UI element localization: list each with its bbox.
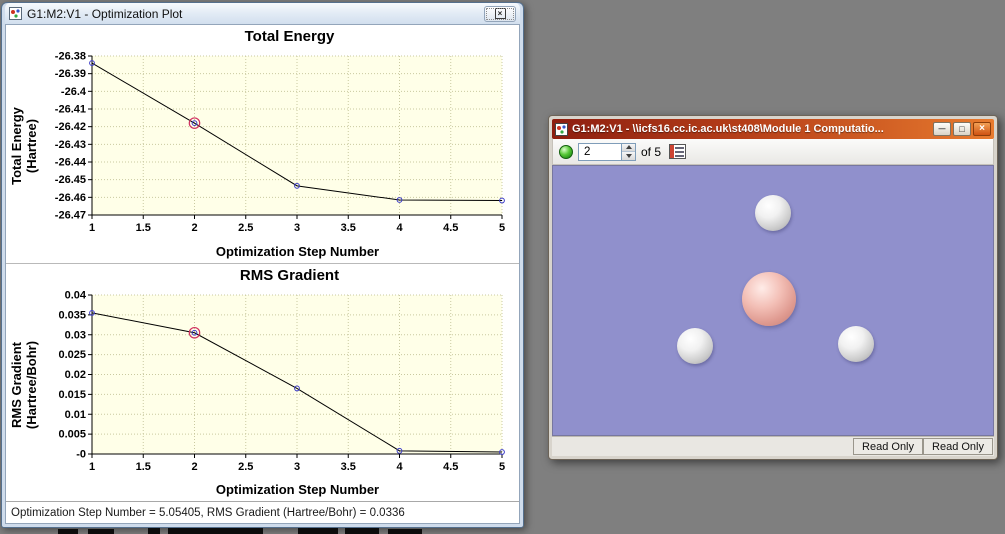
- total-energy-plot[interactable]: -26.38 -26.39 -26.4 -26.41 -26.42 -26.43 -26.4…: [42, 49, 514, 239]
- svg-text:1: 1: [89, 222, 95, 234]
- svg-text:-26.45: -26.45: [55, 174, 86, 186]
- cursor-readout-text: Optimization Step Number = 5.05405, RMS …: [11, 507, 405, 519]
- svg-text:-26.44: -26.44: [55, 157, 87, 169]
- svg-text:2: 2: [191, 222, 197, 234]
- cropped-text-artifact: [58, 529, 78, 534]
- atom-sphere-left[interactable]: [677, 328, 713, 364]
- plot-window-titlebar[interactable]: G1:M2:V1 - Optimization Plot ×: [5, 3, 520, 24]
- svg-text:4.5: 4.5: [443, 461, 458, 473]
- molecule-status-bar: Read Only Read Only: [552, 436, 994, 456]
- cropped-text-artifact: [345, 528, 379, 534]
- arrow-up-icon: [626, 145, 632, 149]
- plot-window-body: Total Energy Total Energy (Hartree) -26.…: [5, 24, 520, 524]
- status-ball-icon[interactable]: [559, 145, 573, 159]
- svg-text:3.5: 3.5: [341, 222, 356, 234]
- chart-title: Total Energy: [8, 28, 515, 49]
- svg-text:4.5: 4.5: [443, 222, 458, 234]
- cropped-text-artifact: [168, 528, 263, 534]
- cropped-text-artifact: [148, 528, 160, 534]
- svg-text:3.5: 3.5: [341, 461, 356, 473]
- molecule-window-titlebar[interactable]: G1:M2:V1 - \\icfs16.cc.ic.ac.uk\st408\Mo…: [552, 119, 994, 139]
- svg-text:5: 5: [499, 461, 505, 473]
- svg-text:-26.4: -26.4: [61, 86, 87, 98]
- cropped-text-artifact: [388, 529, 422, 534]
- svg-text:-26.46: -26.46: [55, 192, 86, 204]
- minimize-button[interactable]: —: [933, 122, 951, 136]
- x-axis-label: Optimization Step Number: [8, 244, 515, 263]
- svg-text:1.5: 1.5: [136, 222, 151, 234]
- rms-gradient-plot[interactable]: 0.04 0.035 0.03 0.025 0.02 0.015 0.01 0.005 -01 1…: [42, 288, 514, 478]
- frame-count-label: of 5: [641, 145, 661, 159]
- svg-text:0.01: 0.01: [65, 408, 86, 420]
- total-energy-chart-panel: Total Energy Total Energy (Hartree) -26.…: [6, 25, 519, 263]
- window-controls: — □ ×: [933, 122, 991, 136]
- cropped-text-artifact: [88, 529, 114, 534]
- svg-text:1: 1: [89, 461, 95, 473]
- svg-text:-26.41: -26.41: [55, 104, 86, 116]
- app-icon: [555, 123, 568, 136]
- read-only-badge: Read Only: [853, 438, 923, 455]
- y-axis-label-area: Total Energy (Hartree): [8, 49, 42, 244]
- svg-text:4: 4: [396, 461, 403, 473]
- spinner-arrows: [621, 144, 635, 160]
- y-axis-label: Total Energy (Hartree): [10, 107, 40, 185]
- atom-sphere-top[interactable]: [755, 195, 791, 231]
- svg-text:-0: -0: [76, 448, 86, 460]
- optimization-plot-window: G1:M2:V1 - Optimization Plot × Total Ene…: [1, 2, 524, 528]
- desktop: G1:M2:V1 - Optimization Plot × Total Ene…: [0, 0, 1005, 534]
- close-icon: ×: [979, 124, 985, 134]
- svg-text:5: 5: [499, 222, 505, 234]
- maximize-button[interactable]: □: [953, 122, 971, 136]
- plot-window-title: G1:M2:V1 - Optimization Plot: [27, 7, 479, 21]
- svg-text:0.03: 0.03: [65, 329, 86, 341]
- frames-table-icon[interactable]: [669, 144, 686, 159]
- cropped-text-artifact: [298, 528, 338, 534]
- x-axis-label: Optimization Step Number: [8, 482, 515, 501]
- svg-text:0.02: 0.02: [65, 369, 86, 381]
- rms-gradient-chart-panel: RMS Gradient RMS Gradient (Hartree/Bohr)…: [6, 263, 519, 502]
- svg-text:0.025: 0.025: [58, 349, 86, 361]
- frame-spinbox[interactable]: 2: [578, 143, 636, 161]
- atom-sphere-right[interactable]: [838, 326, 874, 362]
- svg-text:2.5: 2.5: [238, 222, 253, 234]
- svg-text:-26.47: -26.47: [55, 210, 86, 222]
- y-axis-label: RMS Gradient (Hartree/Bohr): [10, 341, 40, 429]
- read-only-badge: Read Only: [923, 438, 993, 455]
- svg-text:-26.39: -26.39: [55, 68, 86, 80]
- svg-text:-26.42: -26.42: [55, 121, 86, 133]
- molecule-window-title: G1:M2:V1 - \\icfs16.cc.ic.ac.uk\st408\Mo…: [572, 123, 929, 135]
- y-axis-label-area: RMS Gradient (Hartree/Bohr): [8, 288, 42, 483]
- arrow-down-icon: [626, 154, 632, 158]
- molecule-toolbar: 2 of 5: [552, 139, 994, 165]
- svg-text:3: 3: [294, 461, 300, 473]
- maximize-icon: □: [959, 125, 964, 134]
- atom-sphere-center[interactable]: [742, 272, 796, 326]
- svg-text:0.035: 0.035: [58, 309, 86, 321]
- molecule-viewport[interactable]: [552, 165, 994, 436]
- svg-text:0.015: 0.015: [58, 388, 86, 400]
- close-button[interactable]: ×: [973, 122, 991, 136]
- svg-text:1.5: 1.5: [136, 461, 151, 473]
- svg-text:0.04: 0.04: [65, 289, 87, 301]
- svg-text:4: 4: [396, 222, 403, 234]
- chart-title: RMS Gradient: [8, 267, 515, 288]
- plot-status-bar: Optimization Step Number = 5.05405, RMS …: [6, 501, 519, 523]
- close-icon: ×: [495, 8, 506, 19]
- svg-text:-26.38: -26.38: [55, 51, 86, 63]
- svg-text:2.5: 2.5: [238, 461, 253, 473]
- svg-text:2: 2: [191, 461, 197, 473]
- svg-text:0.005: 0.005: [58, 428, 86, 440]
- close-button[interactable]: ×: [484, 6, 516, 22]
- frame-number-input[interactable]: 2: [579, 144, 621, 160]
- spin-up-button[interactable]: [622, 144, 635, 152]
- svg-text:3: 3: [294, 222, 300, 234]
- minimize-icon: —: [939, 126, 946, 133]
- svg-text:-26.43: -26.43: [55, 139, 86, 151]
- spin-down-button[interactable]: [622, 151, 635, 160]
- molecule-window: G1:M2:V1 - \\icfs16.cc.ic.ac.uk\st408\Mo…: [548, 115, 998, 460]
- app-icon: [9, 7, 22, 20]
